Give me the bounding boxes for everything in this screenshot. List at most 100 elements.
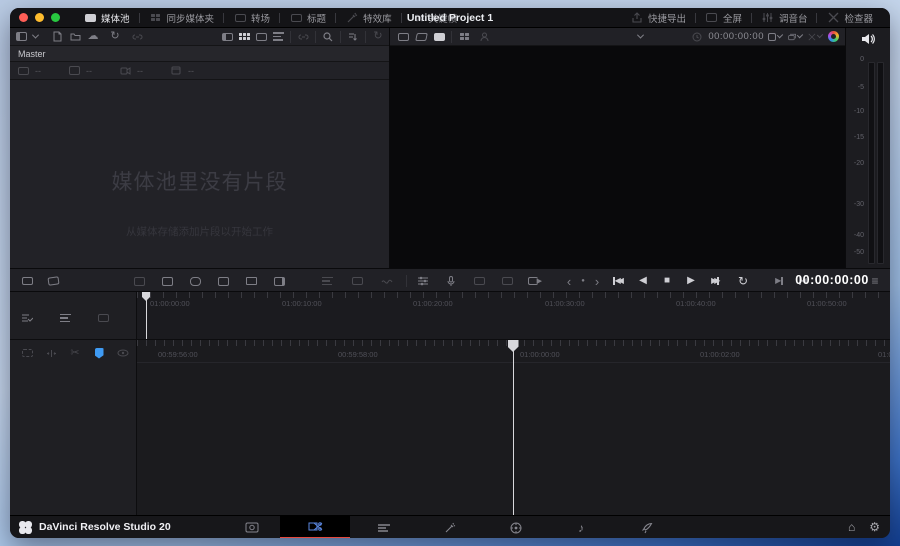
davinci-resolve-logo[interactable] [19,521,32,534]
page-color-button[interactable] [496,516,536,538]
append-clip-icon[interactable] [46,275,60,287]
place-on-top-icon[interactable] [244,275,258,287]
current-point-icon[interactable] [576,275,590,287]
settings-icon[interactable] [869,520,880,534]
import-folder-icon[interactable] [68,31,82,43]
audio-trim-view-icon[interactable] [116,347,130,359]
mixer-icon [761,12,775,24]
multicam-dropdown-icon[interactable] [788,31,802,43]
add-transition-icon[interactable] [320,275,334,287]
viewer-dropdown-chevron-icon[interactable] [633,31,647,43]
titles-icon [289,12,303,24]
refresh-icon[interactable] [371,31,385,43]
find-clip-icon[interactable] [500,275,514,287]
insert-clip-icon[interactable] [20,275,34,287]
list-view-icon[interactable] [271,31,285,43]
film-icon[interactable] [96,312,110,324]
snapping-icon[interactable] [92,347,106,359]
viewer-screen[interactable] [390,46,845,268]
play-icon[interactable] [684,275,698,287]
panel-layout-chevron-icon[interactable] [28,31,42,43]
strip-view-icon[interactable] [220,31,234,43]
timeline-overview: 01:00:00:00 01:00:10:00 01:00:20:00 01:0… [10,292,890,340]
timeline-mode-icon[interactable] [432,31,446,43]
cloud-icon[interactable] [86,31,100,43]
page-edit-button[interactable] [364,516,404,538]
people-icon[interactable] [477,31,491,43]
timeline-overview-area[interactable]: 01:00:00:00 01:00:10:00 01:00:20:00 01:0… [137,292,890,339]
sort-icon[interactable] [346,31,360,43]
tab-sync-bin[interactable]: 同步媒体夹 [140,8,224,28]
source-tape-mode-icon[interactable] [414,31,428,43]
add-effect-icon[interactable] [380,275,394,287]
ripple-overwrite-icon[interactable] [188,275,202,287]
go-to-first-frame-icon[interactable]: ◀◀ [610,275,624,287]
resize-dropdown-icon[interactable] [768,31,782,43]
next-point-icon[interactable] [590,275,604,287]
source-clip-mode-icon[interactable] [396,31,410,43]
link-icon[interactable] [130,31,144,43]
timeline-detail-area[interactable]: 00:59:56:00 00:59:58:00 01:00:00:00 01:0… [137,340,890,515]
tab-transitions[interactable]: 转场 [224,8,279,28]
overview-ruler[interactable] [137,292,890,298]
sync-clip-icon[interactable] [472,275,486,287]
bin-breadcrumb[interactable]: Master [10,46,389,62]
card-view-icon[interactable] [254,31,268,43]
close-up-icon[interactable] [216,275,230,287]
tools-icon[interactable] [416,275,430,287]
speaker-icon[interactable] [861,33,875,45]
tab-inspector[interactable]: 检查器 [817,8,882,28]
media-pool-toolbar [10,28,389,46]
tab-effects-library[interactable]: 特效库 [336,8,401,28]
prev-point-icon[interactable] [562,275,576,287]
track-layers-icon[interactable] [58,312,72,324]
zoom-window-button[interactable] [51,13,60,22]
app-name: DaVinci Resolve Studio 20 [39,521,171,533]
range-select-icon[interactable] [20,347,34,359]
overview-playhead-line[interactable] [146,292,147,339]
boring-detector-icon[interactable] [457,31,471,43]
page-fairlight-button[interactable] [561,516,601,538]
trim-icon[interactable] [44,347,58,359]
tab-sync-bin-label: 同步媒体夹 [167,11,215,25]
page-media-button[interactable] [232,516,272,538]
page-deliver-button[interactable] [627,516,667,538]
append-end-icon[interactable] [160,275,174,287]
razor-icon[interactable] [68,347,82,359]
page-cut-button[interactable] [280,516,350,538]
search-icon[interactable] [321,31,335,43]
panel-layout-icon[interactable] [14,31,28,43]
tab-fullscreen[interactable]: 全屏 [696,8,751,28]
next-edit-icon[interactable] [772,275,786,287]
color-swirl-icon[interactable] [828,31,839,42]
tab-quick-export[interactable]: 快捷导出 [621,8,695,28]
clip-link-icon[interactable] [296,31,310,43]
detail-playhead-line[interactable] [513,340,514,515]
tab-titles[interactable]: 标题 [280,8,335,28]
thumbnail-view-icon[interactable] [237,31,251,43]
play-around-icon[interactable] [528,275,542,287]
add-title-icon[interactable] [350,275,364,287]
close-window-button[interactable] [19,13,28,22]
transform-dropdown-icon[interactable] [808,31,822,43]
page-fusion-button[interactable] [430,516,470,538]
timeline-menu-icon[interactable] [868,275,882,287]
tab-media-pool[interactable]: 媒体池 [74,8,139,28]
media-pool-empty-area[interactable]: 媒体池里没有片段 从媒体存储添加片段以开始工作 [10,80,389,268]
relink-icon[interactable] [108,31,122,43]
clapper-icon [169,65,183,77]
page-navigation-bar: DaVinci Resolve Studio 20 [10,515,890,538]
go-to-last-frame-icon[interactable]: ▶▶ [708,275,722,287]
home-icon[interactable] [848,520,855,534]
play-reverse-icon[interactable] [636,275,650,287]
timeline-options-icon[interactable] [20,312,34,324]
import-media-icon[interactable] [50,31,64,43]
source-overwrite-icon[interactable] [272,275,286,287]
stop-icon[interactable] [660,275,674,287]
loop-icon[interactable] [736,275,750,287]
smart-insert-icon[interactable] [132,275,146,287]
voiceover-mic-icon[interactable] [444,275,458,287]
tab-mixer[interactable]: 调音台 [752,8,817,28]
detail-tick-3: 01:00:02:00 [700,350,740,359]
minimize-window-button[interactable] [35,13,44,22]
